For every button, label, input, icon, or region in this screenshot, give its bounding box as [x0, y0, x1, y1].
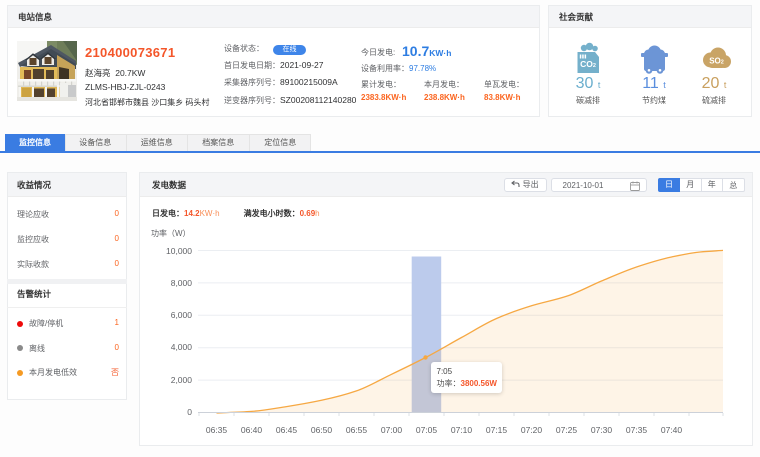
svg-text:06:40: 06:40	[241, 425, 263, 435]
svg-text:06:35: 06:35	[206, 425, 228, 435]
svg-text:07:40: 07:40	[661, 425, 683, 435]
svg-text:07:05: 07:05	[416, 425, 438, 435]
svg-text:07:30: 07:30	[591, 425, 613, 435]
svg-text:07:35: 07:35	[626, 425, 648, 435]
svg-text:06:45: 06:45	[276, 425, 298, 435]
svg-text:07:15: 07:15	[486, 425, 508, 435]
svg-text:10,000: 10,000	[166, 246, 192, 256]
svg-text:2,000: 2,000	[171, 375, 193, 385]
svg-text:07:00: 07:00	[381, 425, 403, 435]
svg-text:06:55: 06:55	[346, 425, 368, 435]
svg-text:07:10: 07:10	[451, 425, 473, 435]
svg-text:4,000: 4,000	[171, 342, 193, 352]
svg-text:8,000: 8,000	[171, 278, 193, 288]
svg-text:功率（W）: 功率（W）	[151, 228, 191, 238]
svg-text:06:50: 06:50	[311, 425, 333, 435]
svg-text:07:20: 07:20	[521, 425, 543, 435]
svg-text:6,000: 6,000	[171, 310, 193, 320]
svg-text:0: 0	[187, 407, 192, 417]
svg-text:07:25: 07:25	[556, 425, 578, 435]
